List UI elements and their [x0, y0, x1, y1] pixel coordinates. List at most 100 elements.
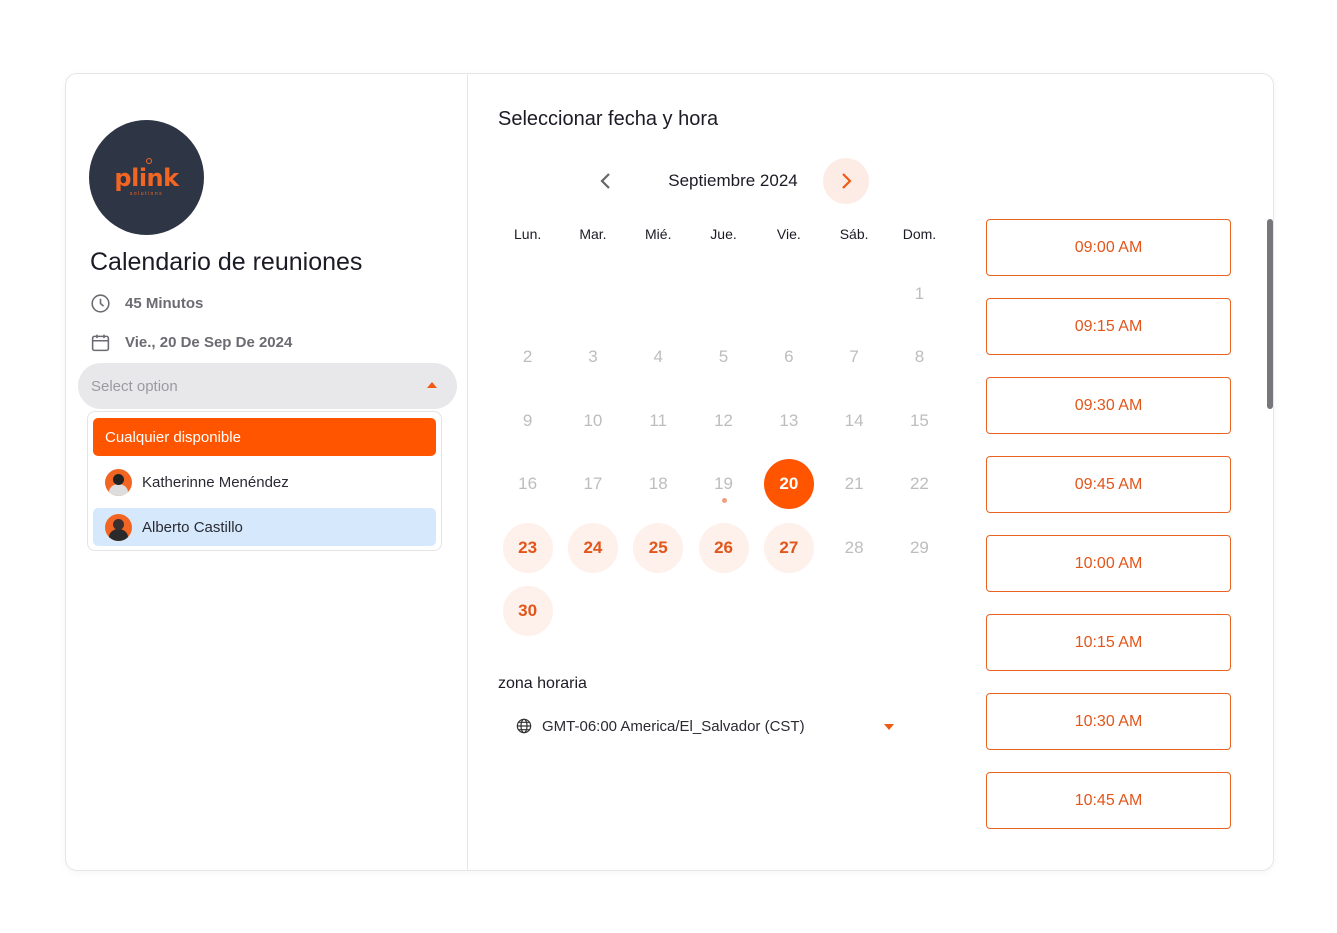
day-number: 4: [653, 347, 663, 367]
day-number: 9: [522, 410, 533, 430]
prev-month-button[interactable]: [588, 158, 624, 204]
day-available[interactable]: 30: [495, 580, 560, 644]
time-slot-button[interactable]: 10:30 AM: [986, 693, 1231, 750]
day-number: 3: [588, 347, 598, 367]
timezone-value: GMT-06:00 America/El_Salvador (CST): [542, 717, 805, 735]
calendar-grid: 1 2 3 4 5 6 7 8 9 10 11 12 13 14 15 16 17 18 19 20 21 22 23 24 2…: [495, 262, 952, 643]
day-number: 28: [844, 537, 864, 557]
day-unavailable: 13: [756, 389, 821, 453]
day-unavailable: 11: [626, 389, 691, 453]
host-dropdown: Cualquier disponible Katherinne Menéndez…: [87, 411, 442, 551]
day-selected[interactable]: 20: [756, 453, 821, 517]
host-option-katherinne[interactable]: Katherinne Menéndez: [93, 463, 436, 501]
scheduler-title: Seleccionar fecha y hora: [498, 108, 719, 130]
day-number: 15: [909, 410, 929, 430]
day-unavailable: 1: [887, 262, 952, 326]
time-slot-button[interactable]: 09:30 AM: [986, 377, 1231, 434]
time-slot-scrollbar[interactable]: [1267, 219, 1273, 409]
day-number: 17: [583, 474, 603, 494]
event-date: Vie., 20 De Sep De 2024: [90, 332, 292, 353]
time-slot-list: 09:00 AM 09:15 AM 09:30 AM 09:45 AM 10:00 AM…: [986, 219, 1231, 851]
day-unavailable: 19: [691, 453, 756, 517]
day-number: 27: [763, 522, 814, 573]
day-unavailable: 10: [560, 389, 625, 453]
clock-icon: [91, 294, 110, 313]
empty-day-cell: [495, 262, 560, 326]
day-number: 30: [502, 586, 553, 637]
day-unavailable: 29: [887, 516, 952, 580]
day-unavailable: 5: [691, 326, 756, 390]
host-option-label: Katherinne Menéndez: [142, 473, 289, 491]
weekday-label: Mié.: [645, 226, 672, 242]
day-number: 13: [779, 410, 799, 430]
day-unavailable: 21: [821, 453, 886, 517]
calendar-icon: [91, 334, 110, 352]
day-unavailable: 15: [887, 389, 952, 453]
day-unavailable: 2: [495, 326, 560, 390]
day-number: 11: [649, 410, 668, 430]
weekday-label: Jue.: [710, 226, 737, 242]
empty-day-cell: [821, 262, 886, 326]
day-available[interactable]: 27: [756, 516, 821, 580]
host-option-alberto[interactable]: Alberto Castillo: [93, 508, 436, 546]
day-number: 25: [633, 522, 684, 573]
time-slot-button[interactable]: 10:15 AM: [986, 614, 1231, 671]
day-number: 5: [718, 347, 729, 367]
day-available[interactable]: 26: [691, 516, 756, 580]
event-duration: 45 Minutos: [90, 293, 203, 314]
time-slot-button[interactable]: 10:45 AM: [986, 772, 1231, 829]
timezone-label: zona horaria: [498, 675, 587, 692]
day-number: 29: [909, 537, 929, 557]
day-number: 1: [914, 283, 925, 303]
day-available[interactable]: 24: [560, 516, 625, 580]
day-unavailable: 9: [495, 389, 560, 453]
day-available[interactable]: 23: [495, 516, 560, 580]
avatar: [105, 513, 132, 541]
weekday-label: Dom.: [902, 226, 937, 242]
host-option-label: Alberto Castillo: [142, 518, 243, 536]
logo-text: plink: [114, 164, 179, 192]
chevron-right-icon: [842, 173, 852, 189]
day-unavailable: 4: [626, 326, 691, 390]
time-slot-button[interactable]: 09:15 AM: [986, 298, 1231, 355]
day-unavailable: 22: [887, 453, 952, 517]
empty-day-cell: [626, 262, 691, 326]
day-unavailable: 17: [560, 453, 625, 517]
next-month-button[interactable]: [823, 158, 869, 204]
timezone-select[interactable]: GMT-06:00 America/El_Salvador (CST): [516, 712, 894, 740]
day-number: 18: [648, 474, 668, 494]
day-unavailable: 28: [821, 516, 886, 580]
day-unavailable: 16: [495, 453, 560, 517]
weekday-label: Sáb.: [839, 226, 869, 242]
time-slot-button[interactable]: 09:00 AM: [986, 219, 1231, 276]
weekday-label: Lun.: [514, 226, 542, 242]
chevron-left-icon: [600, 173, 610, 189]
day-number: 21: [844, 474, 864, 494]
caret-up-icon: [427, 382, 437, 388]
weekday-header: Lun. Mar. Mié. Jue. Vie. Sáb. Dom.: [495, 226, 955, 242]
time-slot-button[interactable]: 09:45 AM: [986, 456, 1231, 513]
day-number: 26: [698, 522, 749, 573]
day-number: 7: [849, 347, 859, 367]
avatar: [105, 468, 132, 496]
day-number: 6: [784, 347, 794, 367]
day-number: 8: [914, 347, 925, 367]
day-unavailable: 6: [756, 326, 821, 390]
event-title: Calendario de reuniones: [90, 248, 363, 276]
logo-subtext: solutions: [129, 191, 164, 197]
host-option-any[interactable]: Cualquier disponible: [93, 418, 436, 456]
time-slot-button[interactable]: 10:00 AM: [986, 535, 1231, 592]
day-number: 22: [909, 474, 929, 494]
day-number: 12: [714, 410, 733, 430]
day-unavailable: 18: [626, 453, 691, 517]
empty-day-cell: [691, 262, 756, 326]
globe-icon: [516, 718, 532, 734]
day-available[interactable]: 25: [626, 516, 691, 580]
date-text: Vie., 20 De Sep De 2024: [125, 334, 293, 351]
date-time-panel: Seleccionar fecha y hora Septiembre 2024…: [468, 74, 1273, 870]
host-select[interactable]: Select option: [78, 363, 457, 409]
day-number: 23: [502, 522, 553, 573]
caret-down-icon: [884, 724, 894, 730]
day-unavailable: 12: [691, 389, 756, 453]
day-unavailable: 14: [821, 389, 886, 453]
